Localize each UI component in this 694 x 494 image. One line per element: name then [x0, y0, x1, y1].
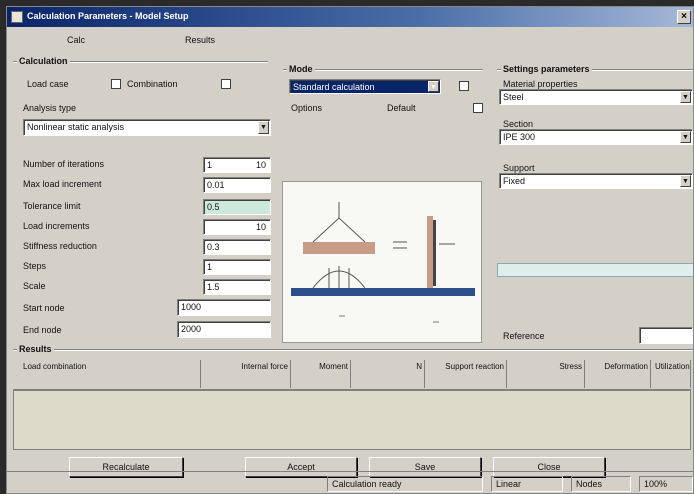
analysis-type-value: Nonlinear static analysis: [27, 122, 125, 132]
param-label: Load increments: [23, 221, 90, 231]
param-label: Scale: [23, 281, 46, 291]
param-unit: 10: [255, 160, 266, 170]
param-value: 0.01: [207, 180, 225, 190]
results-grid-header: Load combination Internal force Moment N Sup…: [13, 356, 691, 390]
param-value: 1: [207, 160, 213, 170]
param-value: 1.5: [207, 282, 220, 292]
section-select[interactable]: IPE 300 ▼: [499, 129, 693, 145]
param-label: Steps: [23, 261, 47, 271]
status-bar: Calculation ready Linear Nodes 100%: [7, 471, 693, 493]
status-nodes: Nodes: [571, 476, 631, 492]
chevron-down-icon[interactable]: ▼: [428, 81, 439, 92]
section-label: Section: [503, 119, 534, 129]
param-label: Tolerance limit: [23, 201, 81, 211]
end-node-input[interactable]: 2000: [177, 321, 271, 338]
section-value: IPE 300: [503, 132, 536, 142]
beam: [303, 242, 375, 254]
tab-calc[interactable]: Calc: [59, 33, 93, 49]
options-label: Options: [291, 103, 323, 113]
start-node-value: 1000: [181, 302, 202, 312]
param-input[interactable]: 0.3: [203, 239, 271, 255]
chevron-down-icon[interactable]: ▼: [680, 175, 691, 187]
analysis-type-select[interactable]: Nonlinear static analysis ▼: [23, 119, 271, 136]
material-select[interactable]: Steel ▼: [499, 89, 693, 105]
window-title: Calculation Parameters - Model Setup: [27, 11, 189, 21]
chevron-down-icon[interactable]: ▼: [680, 91, 691, 103]
status-zoom: 100%: [639, 476, 693, 492]
param-input[interactable]: 1 10: [203, 157, 271, 173]
settings-group-title: Settings parameters: [501, 64, 592, 74]
title-bar: Calculation Parameters - Model Setup ×: [7, 7, 693, 27]
close-icon[interactable]: ×: [677, 10, 691, 24]
material-label: Material properties: [503, 79, 578, 89]
column-header[interactable]: Load combination: [21, 360, 201, 388]
reference-input[interactable]: [639, 327, 693, 344]
start-node-label: Start node: [23, 303, 65, 313]
main-window: Calculation Parameters - Model Setup × C…: [6, 6, 694, 494]
options-value: Default: [387, 103, 416, 113]
options-checkbox[interactable]: [473, 103, 483, 113]
column-header[interactable]: Stress: [509, 360, 585, 388]
foundation-slab: [291, 288, 475, 296]
column-header[interactable]: Utilization: [653, 360, 691, 388]
param-input[interactable]: 1: [203, 259, 271, 275]
option-b-label: Combination: [127, 79, 178, 89]
reference-label: Reference: [503, 331, 545, 341]
results-frame: [13, 349, 693, 351]
load-arrows: [312, 217, 366, 243]
highlight-bar: [497, 263, 693, 277]
chevron-down-icon[interactable]: ▼: [258, 121, 269, 134]
end-node-value: 2000: [181, 324, 202, 334]
option-b-checkbox[interactable]: [221, 79, 231, 89]
param-label: Number of iterations: [23, 159, 105, 169]
support-select[interactable]: Fixed ▼: [499, 173, 693, 189]
column-header[interactable]: Internal force: [203, 360, 291, 388]
param-label: Max load increment: [23, 179, 102, 189]
app-icon: [11, 11, 23, 23]
mode-checkbox[interactable]: [459, 81, 469, 91]
left-group-title: Calculation: [17, 56, 70, 66]
status-message: Calculation ready: [327, 476, 483, 492]
support-label: Support: [503, 163, 535, 173]
material-value: Steel: [503, 92, 524, 102]
param-input[interactable]: 10: [203, 219, 271, 235]
column-header[interactable]: N: [353, 360, 425, 388]
param-input[interactable]: 1.5: [203, 279, 271, 295]
param-input[interactable]: 0.01: [203, 177, 271, 193]
results-title: Results: [17, 344, 54, 354]
start-node-input[interactable]: 1000: [177, 299, 271, 316]
param-value: 1: [207, 262, 213, 272]
support-value: Fixed: [503, 176, 526, 186]
column-header[interactable]: Support reaction: [427, 360, 507, 388]
analysis-type-label: Analysis type: [23, 103, 77, 113]
status-mode: Linear: [491, 476, 563, 492]
end-node-label: End node: [23, 325, 62, 335]
results-grid-body[interactable]: [13, 390, 691, 450]
param-label: Stiffness reduction: [23, 241, 97, 251]
param-value: 0.5: [207, 202, 220, 212]
column-header[interactable]: Moment: [293, 360, 351, 388]
column: [427, 216, 433, 288]
option-a-checkbox[interactable]: [111, 79, 121, 89]
mode-group-title: Mode: [287, 64, 315, 74]
param-input[interactable]: 0.5: [203, 199, 271, 215]
option-a-label: Load case: [27, 79, 69, 89]
structure-preview: [282, 181, 482, 343]
column-header[interactable]: Deformation: [587, 360, 651, 388]
param-unit: 10: [255, 222, 266, 232]
mode-value: Standard calculation: [293, 82, 375, 92]
structure-diagram: [291, 202, 475, 323]
mode-select[interactable]: Standard calculation ▼: [289, 79, 441, 94]
param-value: 0.3: [207, 242, 220, 252]
tab-results[interactable]: Results: [177, 33, 223, 49]
chevron-down-icon[interactable]: ▼: [680, 131, 691, 143]
